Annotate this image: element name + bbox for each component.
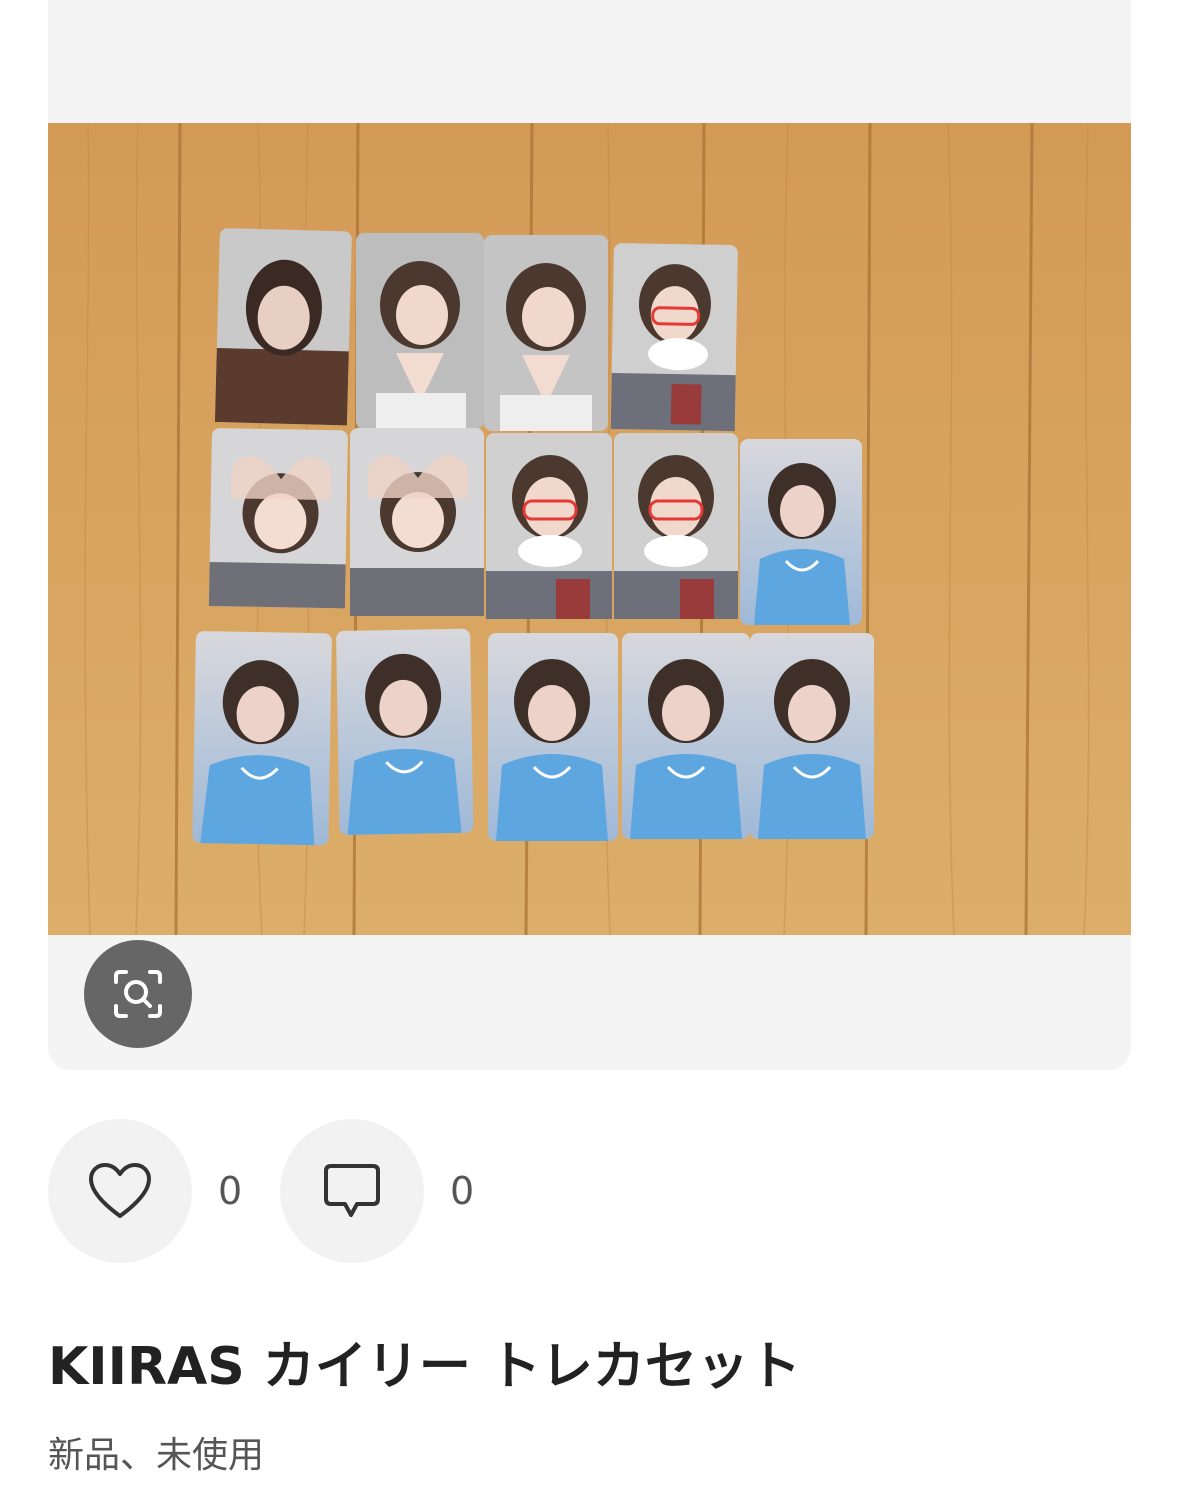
engagement-bar: 0 0 xyxy=(48,1119,512,1263)
card-row-2 xyxy=(208,428,862,625)
card-row-1 xyxy=(214,228,738,432)
heart-icon xyxy=(89,1163,151,1218)
like-button[interactable] xyxy=(48,1119,192,1263)
comment-count: 0 xyxy=(450,1169,475,1213)
product-title: KIIRAS カイリー トレカセット xyxy=(48,1337,801,1397)
product-image-card xyxy=(48,0,1131,1070)
comment-button[interactable] xyxy=(280,1119,424,1263)
visual-search-button[interactable] xyxy=(84,940,192,1048)
product-condition: 新品、未使用 xyxy=(48,1435,265,1476)
visual-search-icon xyxy=(114,970,162,1018)
card-row-3 xyxy=(192,628,874,846)
product-page: 0 0 KIIRAS カイリー トレカセット 新品、未使用 xyxy=(0,0,1179,1491)
comment-icon xyxy=(324,1164,380,1217)
like-count: 0 xyxy=(218,1169,243,1213)
product-photo[interactable] xyxy=(48,123,1131,935)
